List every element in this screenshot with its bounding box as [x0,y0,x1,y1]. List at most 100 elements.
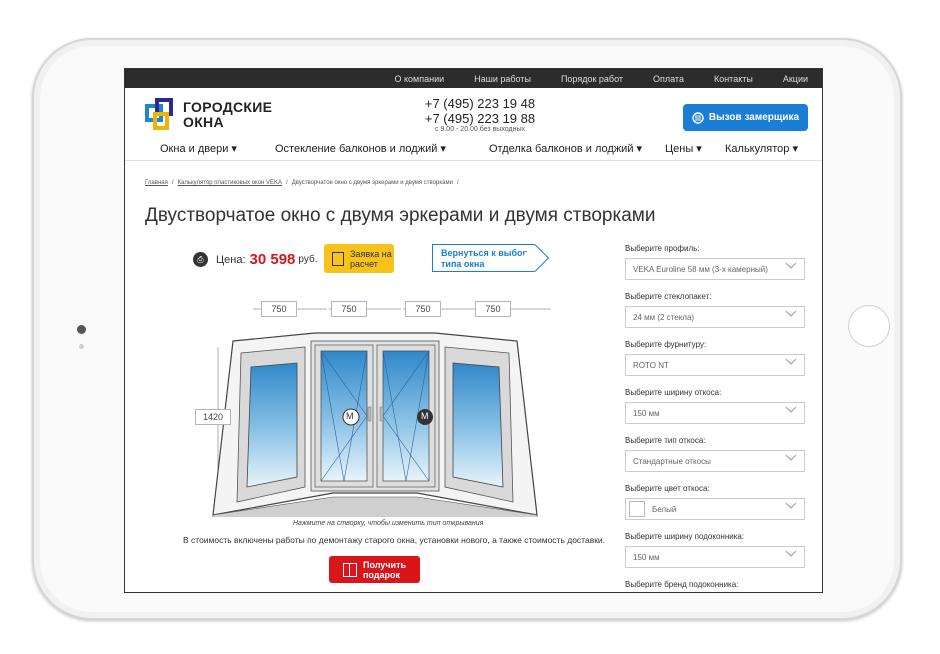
slope-type-value: Стандартные откосы [633,456,711,466]
main-menu: Окна и двери ▾ Остекление балконов и лод… [125,138,822,161]
order-calc-label: Заявка на расчет [350,249,392,269]
menu-balcony-finishing[interactable]: Отделка балконов и лоджий ▾ [489,142,642,155]
chevron-down-icon [786,455,796,461]
chevron-down-icon [786,263,796,269]
phones: +7 (495) 223 19 48 +7 (495) 223 19 88 с … [400,96,560,133]
breadcrumb-current: Двустворчатое окно с двумя эркерами и дв… [291,180,453,186]
sill-width-select[interactable]: 150 мм [625,546,805,568]
glass-value: 24 мм (2 стекла) [633,312,695,322]
hardware-select[interactable]: ROTO NT [625,354,805,376]
measurer-icon [692,111,704,124]
breadcrumb-sep: / [171,180,174,186]
option-slope-type-label: Выберите тип откоса: [625,436,706,445]
option-slope-width-label: Выберите ширину откоса: [625,388,722,397]
option-glass-label: Выберите стеклопакет: [625,292,712,301]
gift-line1: Получить [362,559,407,570]
slope-width-value: 150 мм [633,408,660,418]
breadcrumb-home[interactable]: Главная [145,180,168,186]
chevron-down-icon [786,359,796,365]
profile-value: VEKA Euroline 58 мм (3-х камерный) [633,264,768,274]
sash-marker-left-label: M [346,411,354,421]
glass-select[interactable]: 24 мм (2 стекла) [625,306,805,328]
price-value: 30 598 [249,251,296,268]
home-button[interactable] [848,305,890,347]
option-slope-width: Выберите ширину откоса: 150 мм [625,388,805,436]
printer-icon[interactable]: ⎙ [193,252,208,267]
back-line2: типа окна [441,259,485,269]
option-hardware-label: Выберите фурнитуру: [625,340,707,349]
breadcrumb-sep: / [286,180,288,186]
breadcrumb: Главная / Калькулятор пластиковых окон VEK… [145,180,463,186]
window-diagram[interactable] [185,297,565,517]
call-measurer-button[interactable]: Вызов замерщика [683,104,808,131]
top-nav-promos[interactable]: Акции [783,74,808,84]
chevron-down-icon [786,407,796,413]
option-profile: Выберите профиль: VEKA Euroline 58 мм (3… [625,244,805,292]
phone-1[interactable]: +7 (495) 223 19 48 [400,96,560,111]
gift-line2: подарок [362,569,401,580]
price-row: ⎙ Цена: 30 598 руб. [193,251,317,268]
height-input[interactable]: 1420 [195,409,231,425]
slope-type-select[interactable]: Стандартные откосы [625,450,805,472]
option-profile-label: Выберите профиль: [625,244,700,253]
price-currency: руб. [298,254,318,265]
order-calc-line1: Заявка на [350,248,392,259]
order-calc-button[interactable]: Заявка на расчет [324,244,394,273]
color-swatch [629,501,645,517]
menu-balcony-glazing[interactable]: Остекление балконов и лоджий ▾ [275,142,446,155]
gift-icon [342,562,357,577]
width-input-2[interactable]: 750 [331,301,367,317]
price-label: Цена: [216,253,246,266]
breadcrumb-calculator[interactable]: Калькулятор пластиковых окон VEKA [178,180,283,186]
width-input-3[interactable]: 750 [405,301,441,317]
document-icon [332,251,344,266]
screen: О компании Наши работы Порядок работ Опл… [124,68,823,593]
sill-width-value: 150 мм [633,552,660,562]
logo[interactable]: ГОРОДСКИЕ ОКНА [145,98,272,132]
top-nav-payment[interactable]: Оплата [653,74,684,84]
options-panel: Выберите профиль: VEKA Euroline 58 мм (3… [625,244,805,592]
sensor-dot [79,344,84,349]
option-slope-color-label: Выберите цвет откоса: [625,484,710,493]
working-hours: с 9.00 - 20.00 без выходных [435,126,525,133]
get-gift-button[interactable]: Получить подарок [329,556,420,583]
sash-hint: Нажмите на створку, чтобы изменить тип о… [293,520,484,527]
menu-windows-doors[interactable]: Окна и двери ▾ [160,142,237,155]
back-to-window-types-button[interactable]: Вернуться к выбору типа окна [432,244,535,272]
width-input-1[interactable]: 750 [261,301,297,317]
option-hardware: Выберите фурнитуру: ROTO NT [625,340,805,388]
slope-color-select[interactable]: Белый [625,498,805,520]
camera-icon [77,325,86,334]
logo-line2: ОКНА [183,114,224,130]
order-calc-line2: расчет [350,258,378,269]
top-nav-works[interactable]: Наши работы [474,74,531,84]
get-gift-label: Получить подарок [363,560,406,580]
width-input-4[interactable]: 750 [475,301,511,317]
hardware-value: ROTO NT [633,360,669,370]
chevron-down-icon [786,311,796,317]
breadcrumb-sep: / [456,180,459,186]
top-nav-about[interactable]: О компании [394,74,444,84]
option-sill-brand-label: Выберите бренд подоконника: [625,580,739,589]
phone-2[interactable]: +7 (495) 223 19 88 [400,111,560,126]
top-nav: О компании Наши работы Порядок работ Опл… [125,69,822,88]
slope-width-select[interactable]: 150 мм [625,402,805,424]
price-note: В стоимость включены работы по демонтажу… [183,535,606,545]
option-slope-color: Выберите цвет откоса: Белый [625,484,805,532]
profile-select[interactable]: VEKA Euroline 58 мм (3-х камерный) [625,258,805,280]
menu-prices[interactable]: Цены ▾ [665,142,702,155]
option-sill-brand: Выберите бренд подоконника: [625,580,805,592]
call-measurer-label: Вызов замерщика [708,112,800,123]
chevron-down-icon [786,551,796,557]
logo-icon [145,98,177,132]
logo-text: ГОРОДСКИЕ ОКНА [183,100,272,130]
option-slope-type: Выберите тип откоса: Стандартные откосы [625,436,805,484]
option-sill-width-label: Выберите ширину подоконника: [625,532,745,541]
top-nav-process[interactable]: Порядок работ [561,74,623,84]
option-sill-width: Выберите ширину подоконника: 150 мм [625,532,805,580]
menu-calculator[interactable]: Калькулятор ▾ [725,142,798,155]
page-title: Двустворчатое окно с двумя эркерами и дв… [145,205,656,226]
top-nav-contacts[interactable]: Контакты [714,74,753,84]
slope-color-value: Белый [652,504,677,514]
logo-line1: ГОРОДСКИЕ [183,99,273,115]
